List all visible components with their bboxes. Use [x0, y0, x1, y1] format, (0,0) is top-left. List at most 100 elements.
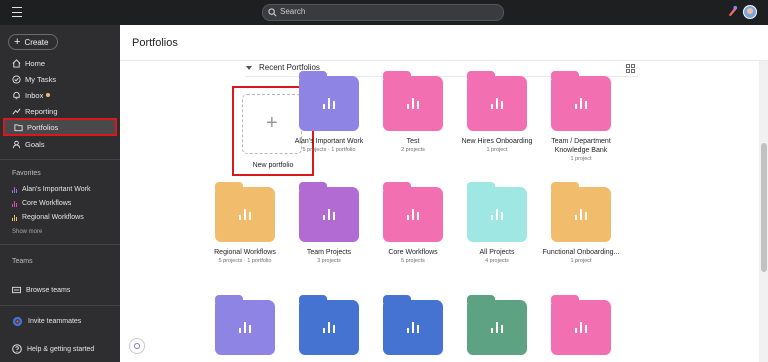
portfolio-tile[interactable]: Regional Workflows 5 projects · 1 portfol… [205, 182, 285, 264]
invite-label: Invite teammates [28, 318, 82, 325]
portfolio-tile[interactable]: Functional Onboarding... 1 project [541, 182, 621, 264]
sidebar-divider [0, 159, 120, 160]
assistant-icon[interactable] [129, 338, 145, 354]
teams-heading: Teams [12, 258, 33, 265]
bell-icon [13, 91, 20, 99]
portfolio-tile[interactable] [541, 295, 621, 361]
portfolio-meta: 5 projects [401, 258, 425, 264]
portfolio-tile[interactable] [289, 295, 369, 361]
sidebar-item-portfolios[interactable]: Portfolios [3, 118, 117, 136]
portfolio-name: Core Workflows [388, 249, 438, 256]
bar-chart-icon [491, 209, 503, 220]
portfolio-folder-icon [383, 295, 443, 355]
portfolio-meta: 1 project [486, 147, 508, 153]
portfolio-meta: 3 projects [317, 258, 341, 264]
portfolio-name: Team / Department Knowledge Bank [551, 138, 611, 154]
grid-view-icon[interactable] [626, 64, 635, 73]
portfolio-name: New Hires Onboarding [461, 138, 533, 145]
favorite-item[interactable]: Alan's Important Work [12, 186, 91, 193]
help-label: Help & getting started [27, 345, 95, 353]
help-button[interactable]: Help & getting started [12, 344, 94, 354]
bar-chart-icon [323, 209, 335, 220]
search-input[interactable]: Search [262, 4, 504, 21]
show-more-link[interactable]: Show more [12, 229, 42, 235]
favorite-item[interactable]: Core Workflows [12, 200, 71, 207]
portfolio-tile[interactable] [205, 295, 285, 361]
bar-chart-icon [407, 98, 419, 109]
favorite-label: Regional Workflows [22, 214, 84, 221]
bar-chart-icon [323, 322, 335, 333]
browse-teams-icon [12, 286, 21, 294]
search-icon [268, 8, 277, 17]
portfolio-mini-icon [12, 214, 18, 221]
bar-chart-icon [407, 209, 419, 220]
check-circle-icon [12, 74, 21, 84]
portfolio-folder-icon [299, 71, 359, 131]
portfolio-tile[interactable] [457, 295, 537, 361]
sidebar-divider [0, 305, 120, 306]
bar-chart-icon [323, 98, 335, 109]
invite-teammates-button[interactable]: Invite teammates [12, 316, 81, 327]
help-icon [12, 344, 22, 354]
portfolio-meta: 4 projects [485, 258, 509, 264]
sidebar-item-home[interactable]: Home [3, 56, 117, 70]
portfolio-tile[interactable]: Core Workflows 5 projects [373, 182, 453, 264]
portfolio-folder-icon [383, 71, 443, 131]
bar-chart-icon [239, 322, 251, 333]
sidebar: + Create Home My Tasks Inbox Reporting P… [0, 25, 120, 362]
portfolio-tile[interactable]: Test 2 projects [373, 71, 453, 153]
bar-chart-icon [575, 322, 587, 333]
sidebar-item-label: My Tasks [25, 74, 57, 84]
portfolio-meta: 1 project [570, 156, 592, 162]
portfolio-mini-icon [12, 200, 18, 207]
portfolio-tile[interactable]: New Hires Onboarding 1 project [457, 71, 537, 153]
browse-teams-link[interactable]: Browse teams [12, 286, 70, 294]
portfolio-folder-icon [299, 295, 359, 355]
portfolio-tile[interactable]: Team Projects 3 projects [289, 182, 369, 264]
portfolio-folder-icon [383, 182, 443, 242]
sidebar-item-label: Reporting [25, 106, 58, 116]
portfolio-folder-icon [215, 295, 275, 355]
sidebar-item-reporting[interactable]: Reporting [3, 104, 117, 118]
bar-chart-icon [239, 209, 251, 220]
portfolio-folder-icon [551, 182, 611, 242]
favorites-heading: Favorites [12, 170, 41, 177]
hamburger-menu-icon[interactable] [12, 7, 22, 17]
portfolio-meta: 5 projects · 1 portfolio [302, 147, 356, 153]
home-icon [12, 58, 21, 68]
portfolio-name: Regional Workflows [214, 249, 276, 256]
portfolio-folder-icon [467, 182, 527, 242]
portfolio-meta: 2 projects [401, 147, 425, 153]
sidebar-item-goals[interactable]: Goals [3, 137, 117, 151]
scrollbar-thumb[interactable] [761, 143, 767, 272]
portfolio-folder-icon [299, 182, 359, 242]
create-button[interactable]: + Create [8, 34, 58, 50]
portfolio-tile[interactable]: Team / Department Knowledge Bank 1 projec… [541, 71, 621, 162]
sidebar-item-label: Portfolios [27, 122, 59, 132]
favorite-label: Alan's Important Work [22, 186, 91, 193]
main-content: Portfolios Recent Portfolios + New portf… [120, 25, 768, 362]
bar-chart-icon [491, 322, 503, 333]
portfolio-tile[interactable]: All Projects 4 projects [457, 182, 537, 264]
person-icon [12, 140, 21, 148]
portfolio-name: Team Projects [306, 249, 352, 256]
bar-chart-icon [407, 322, 419, 333]
sidebar-item-label: Goals [25, 139, 45, 149]
caret-down-icon [246, 65, 252, 70]
portfolio-tile[interactable]: Alan's Important Work 5 projects · 1 port… [289, 71, 369, 153]
page-title: Portfolios [132, 37, 178, 49]
portfolio-name: All Projects [479, 249, 515, 256]
user-avatar[interactable] [743, 5, 757, 19]
portfolio-meta: 5 projects · 1 portfolio [218, 258, 272, 264]
upgrade-rocket-icon[interactable] [726, 5, 739, 18]
portfolio-folder-icon [551, 71, 611, 131]
portfolio-tile[interactable] [373, 295, 453, 361]
portfolio-name: Test [406, 138, 420, 145]
sidebar-item-inbox[interactable]: Inbox [3, 88, 117, 102]
new-portfolio-label: New portfolio [252, 162, 294, 169]
top-bar: Search [0, 0, 768, 25]
favorite-item[interactable]: Regional Workflows [12, 214, 84, 221]
sidebar-item-my-tasks[interactable]: My Tasks [3, 72, 117, 86]
portfolio-name: Functional Onboarding... [542, 249, 620, 256]
sidebar-item-label: Home [25, 58, 46, 68]
